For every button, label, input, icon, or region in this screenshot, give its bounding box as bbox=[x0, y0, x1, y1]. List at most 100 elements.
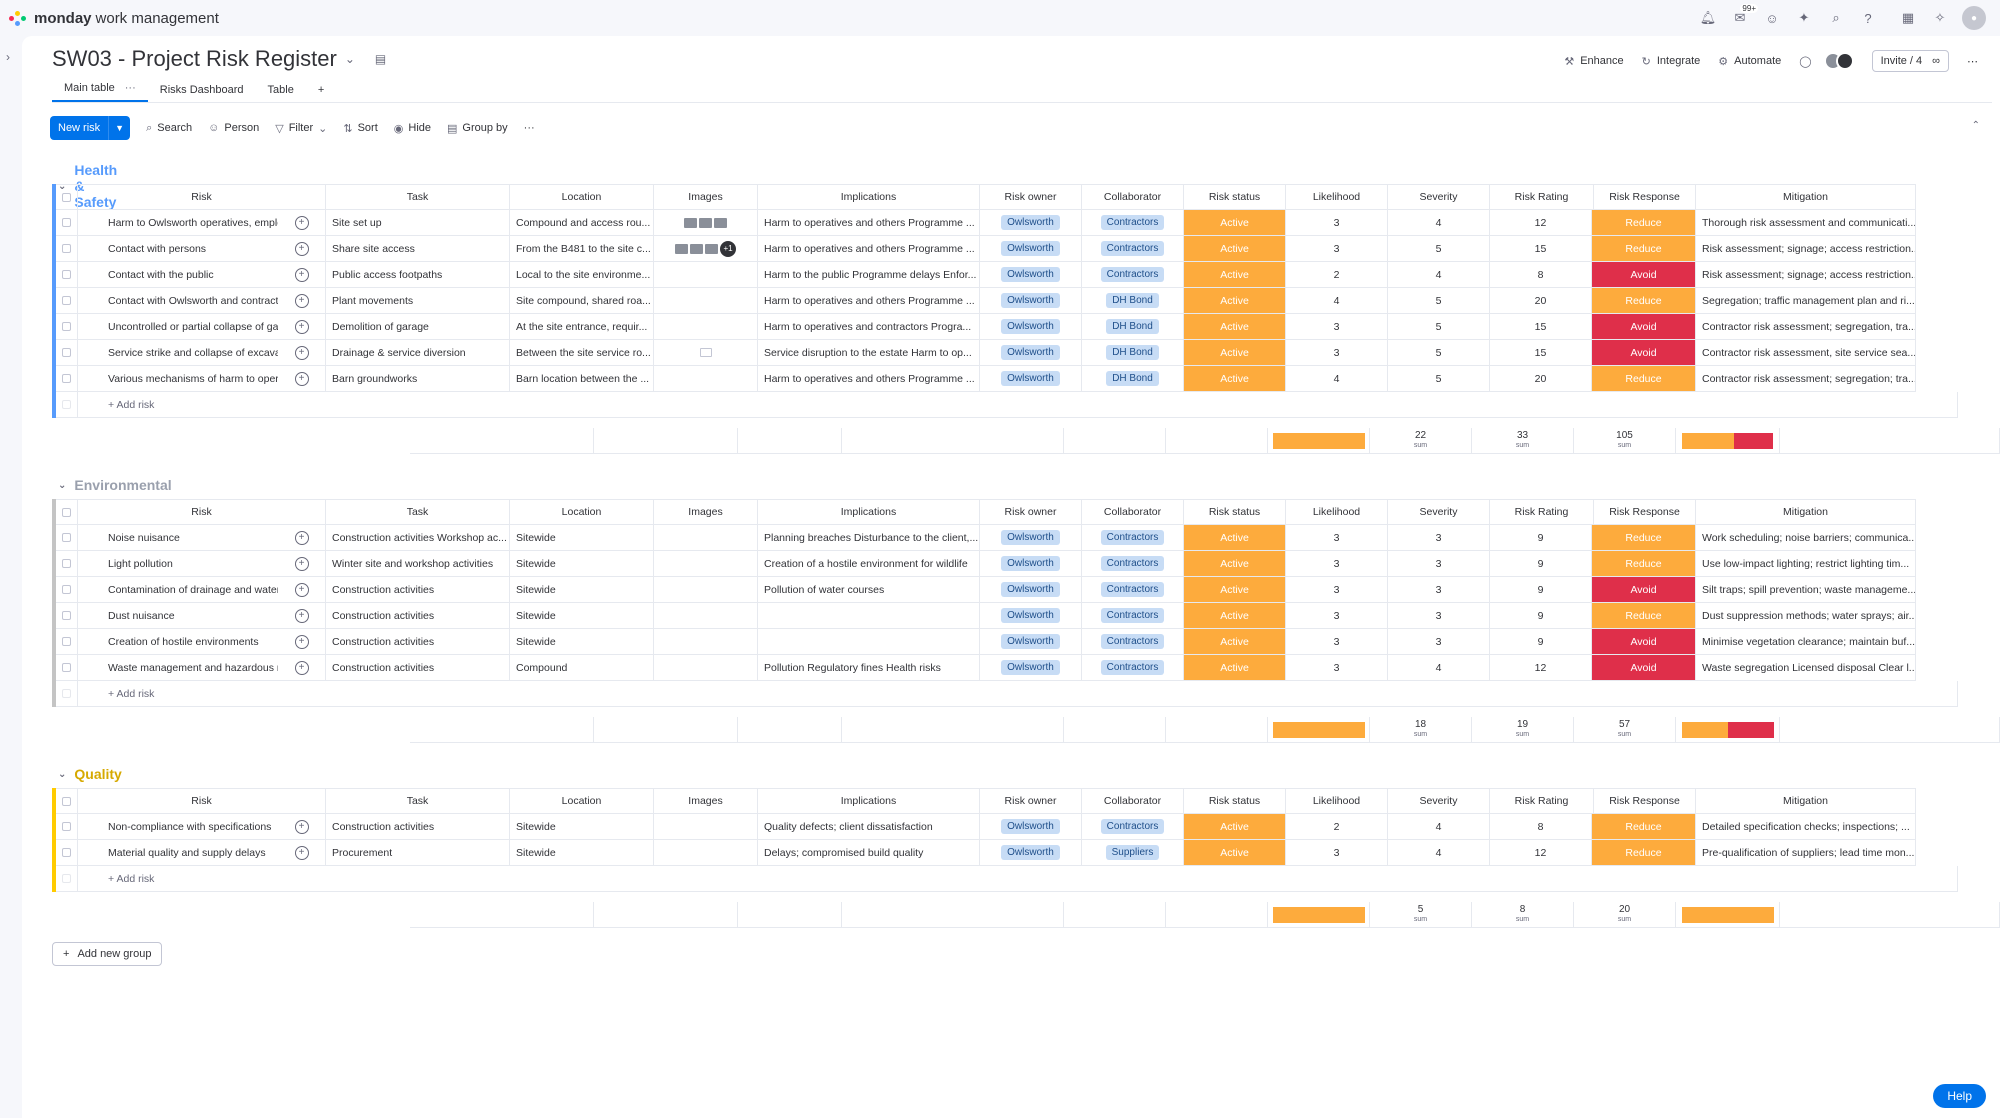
row-checkbox-cell[interactable] bbox=[56, 340, 78, 366]
likelihood-cell[interactable]: 3 bbox=[1286, 525, 1388, 551]
image-thumbnail[interactable] bbox=[675, 243, 688, 254]
image-thumbnail[interactable] bbox=[684, 217, 697, 228]
row-checkbox-cell[interactable] bbox=[56, 840, 78, 866]
risk-response-cell[interactable]: Avoid bbox=[1592, 262, 1696, 288]
table-row[interactable]: Harm to Owlsworth operatives, employees … bbox=[56, 210, 1916, 236]
column-header-implications[interactable]: Implications bbox=[758, 184, 980, 210]
risk-response-cell[interactable]: Avoid bbox=[1592, 340, 1696, 366]
user-avatar[interactable]: ● bbox=[1962, 6, 1986, 30]
risk-name[interactable]: Light pollution bbox=[78, 551, 278, 577]
add-risk-input[interactable]: + Add risk bbox=[78, 866, 1958, 892]
chevron-down-icon[interactable]: ⌄ bbox=[345, 52, 355, 66]
risk-status-cell[interactable]: Active bbox=[1184, 629, 1286, 655]
table-row[interactable]: Creation of hostile environments + Constru… bbox=[56, 629, 1916, 655]
column-header-severity[interactable]: Severity bbox=[1388, 184, 1490, 210]
likelihood-cell[interactable]: 4 bbox=[1286, 288, 1388, 314]
severity-cell[interactable]: 3 bbox=[1388, 551, 1490, 577]
images-cell[interactable]: +1 bbox=[654, 236, 758, 262]
column-header-risk-rating[interactable]: Risk Rating bbox=[1490, 184, 1594, 210]
risk-owner-cell[interactable]: Owlsworth bbox=[980, 603, 1082, 629]
implications-cell[interactable]: Quality defects; client dissatisfaction bbox=[758, 814, 980, 840]
add-risk-row[interactable]: + Add risk bbox=[56, 681, 1958, 707]
column-header-risk-owner[interactable]: Risk owner bbox=[980, 184, 1082, 210]
risk-owner-cell[interactable]: Owlsworth bbox=[980, 629, 1082, 655]
invite-members-icon[interactable]: ☺ bbox=[1762, 8, 1782, 28]
risk-rating-cell[interactable]: 12 bbox=[1490, 840, 1592, 866]
column-header-task[interactable]: Task bbox=[326, 184, 510, 210]
checkbox[interactable] bbox=[62, 585, 71, 594]
checkbox[interactable] bbox=[62, 192, 71, 202]
column-header-mitigation[interactable]: Mitigation bbox=[1696, 499, 1916, 525]
column-header-images[interactable]: Images bbox=[654, 788, 758, 814]
severity-cell[interactable]: 5 bbox=[1388, 340, 1490, 366]
response-summary[interactable] bbox=[1676, 717, 1780, 743]
risk-response-cell[interactable]: Reduce bbox=[1592, 603, 1696, 629]
likelihood-cell[interactable]: 4 bbox=[1286, 366, 1388, 392]
severity-cell[interactable]: 5 bbox=[1388, 366, 1490, 392]
expand-sidebar-icon[interactable]: › bbox=[6, 50, 10, 64]
mitigation-cell[interactable]: Pre-qualification of suppliers; lead tim… bbox=[1696, 840, 1916, 866]
implications-cell[interactable]: Harm to operatives and contractors Progr… bbox=[758, 314, 980, 340]
likelihood-cell[interactable]: 2 bbox=[1286, 262, 1388, 288]
risk-status-cell[interactable]: Active bbox=[1184, 288, 1286, 314]
implications-cell[interactable]: Harm to operatives and others Programme … bbox=[758, 236, 980, 262]
risk-status-cell[interactable]: Active bbox=[1184, 525, 1286, 551]
risk-name[interactable]: Uncontrolled or partial collapse of gara… bbox=[78, 314, 278, 340]
severity-cell[interactable]: 3 bbox=[1388, 603, 1490, 629]
severity-cell[interactable]: 3 bbox=[1388, 629, 1490, 655]
task-cell[interactable]: Plant movements bbox=[326, 288, 510, 314]
column-header-risk-owner[interactable]: Risk owner bbox=[980, 788, 1082, 814]
checkbox[interactable] bbox=[62, 533, 71, 542]
images-cell[interactable] bbox=[654, 210, 758, 236]
add-view-button[interactable]: + bbox=[306, 84, 336, 102]
table-row[interactable]: Light pollution + Winter site and workshop… bbox=[56, 551, 1916, 577]
likelihood-sum[interactable]: 22 sum bbox=[1370, 428, 1472, 454]
task-cell[interactable]: Public access footpaths bbox=[326, 262, 510, 288]
risk-rating-cell[interactable]: 9 bbox=[1490, 551, 1592, 577]
add-risk-row[interactable]: + Add risk bbox=[56, 392, 1958, 418]
column-header-likelihood[interactable]: Likelihood bbox=[1286, 184, 1388, 210]
implications-cell[interactable]: Planning breaches Disturbance to the cli… bbox=[758, 525, 980, 551]
row-checkbox-cell[interactable] bbox=[56, 629, 78, 655]
add-new-group-button[interactable]: + Add new group bbox=[52, 942, 163, 966]
images-cell[interactable] bbox=[654, 314, 758, 340]
collaborator-cell[interactable]: Contractors bbox=[1082, 577, 1184, 603]
images-cell[interactable] bbox=[654, 603, 758, 629]
risk-response-cell[interactable]: Reduce bbox=[1592, 366, 1696, 392]
task-cell[interactable]: Construction activities bbox=[326, 629, 510, 655]
table-row[interactable]: Material quality and supply delays + Procu… bbox=[56, 840, 1916, 866]
likelihood-cell[interactable]: 3 bbox=[1286, 236, 1388, 262]
risk-name[interactable]: Dust nuisance bbox=[78, 603, 278, 629]
likelihood-sum[interactable]: 5 sum bbox=[1370, 902, 1472, 928]
add-risk-input[interactable]: + Add risk bbox=[78, 392, 1958, 418]
checkbox[interactable] bbox=[62, 611, 71, 620]
risk-owner-cell[interactable]: Owlsworth bbox=[980, 366, 1082, 392]
implications-cell[interactable]: Harm to operatives and others Programme … bbox=[758, 288, 980, 314]
row-checkbox-cell[interactable] bbox=[56, 655, 78, 681]
row-checkbox-cell[interactable] bbox=[56, 236, 78, 262]
risk-name[interactable]: Contamination of drainage and water cour… bbox=[78, 577, 278, 603]
risk-owner-cell[interactable]: Owlsworth bbox=[980, 314, 1082, 340]
search-icon[interactable]: ⌕ bbox=[1826, 8, 1846, 28]
column-header-risk-status[interactable]: Risk status bbox=[1184, 184, 1286, 210]
task-cell[interactable]: Construction activities bbox=[326, 655, 510, 681]
images-cell[interactable] bbox=[654, 814, 758, 840]
new-risk-button[interactable]: New risk ▼ bbox=[50, 116, 131, 140]
risk-rating-cell[interactable]: 15 bbox=[1490, 314, 1592, 340]
column-header-location[interactable]: Location bbox=[510, 788, 654, 814]
column-header-risk-status[interactable]: Risk status bbox=[1184, 788, 1286, 814]
location-cell[interactable]: Sitewide bbox=[510, 629, 654, 655]
risk-response-cell[interactable]: Avoid bbox=[1592, 629, 1696, 655]
likelihood-cell[interactable]: 3 bbox=[1286, 840, 1388, 866]
integrate-button[interactable]: ↻ Integrate bbox=[1642, 55, 1701, 68]
risk-status-cell[interactable]: Active bbox=[1184, 655, 1286, 681]
add-update-button[interactable]: + bbox=[278, 525, 326, 551]
hide-button[interactable]: ◉ Hide bbox=[394, 122, 431, 135]
column-header-severity[interactable]: Severity bbox=[1388, 499, 1490, 525]
likelihood-cell[interactable]: 3 bbox=[1286, 629, 1388, 655]
row-checkbox-cell[interactable] bbox=[56, 577, 78, 603]
brand[interactable]: monday work management bbox=[8, 8, 219, 28]
severity-cell[interactable]: 5 bbox=[1388, 236, 1490, 262]
table-row[interactable]: Non-compliance with specifications + Const… bbox=[56, 814, 1916, 840]
chevron-down-icon[interactable]: ▼ bbox=[108, 116, 130, 140]
